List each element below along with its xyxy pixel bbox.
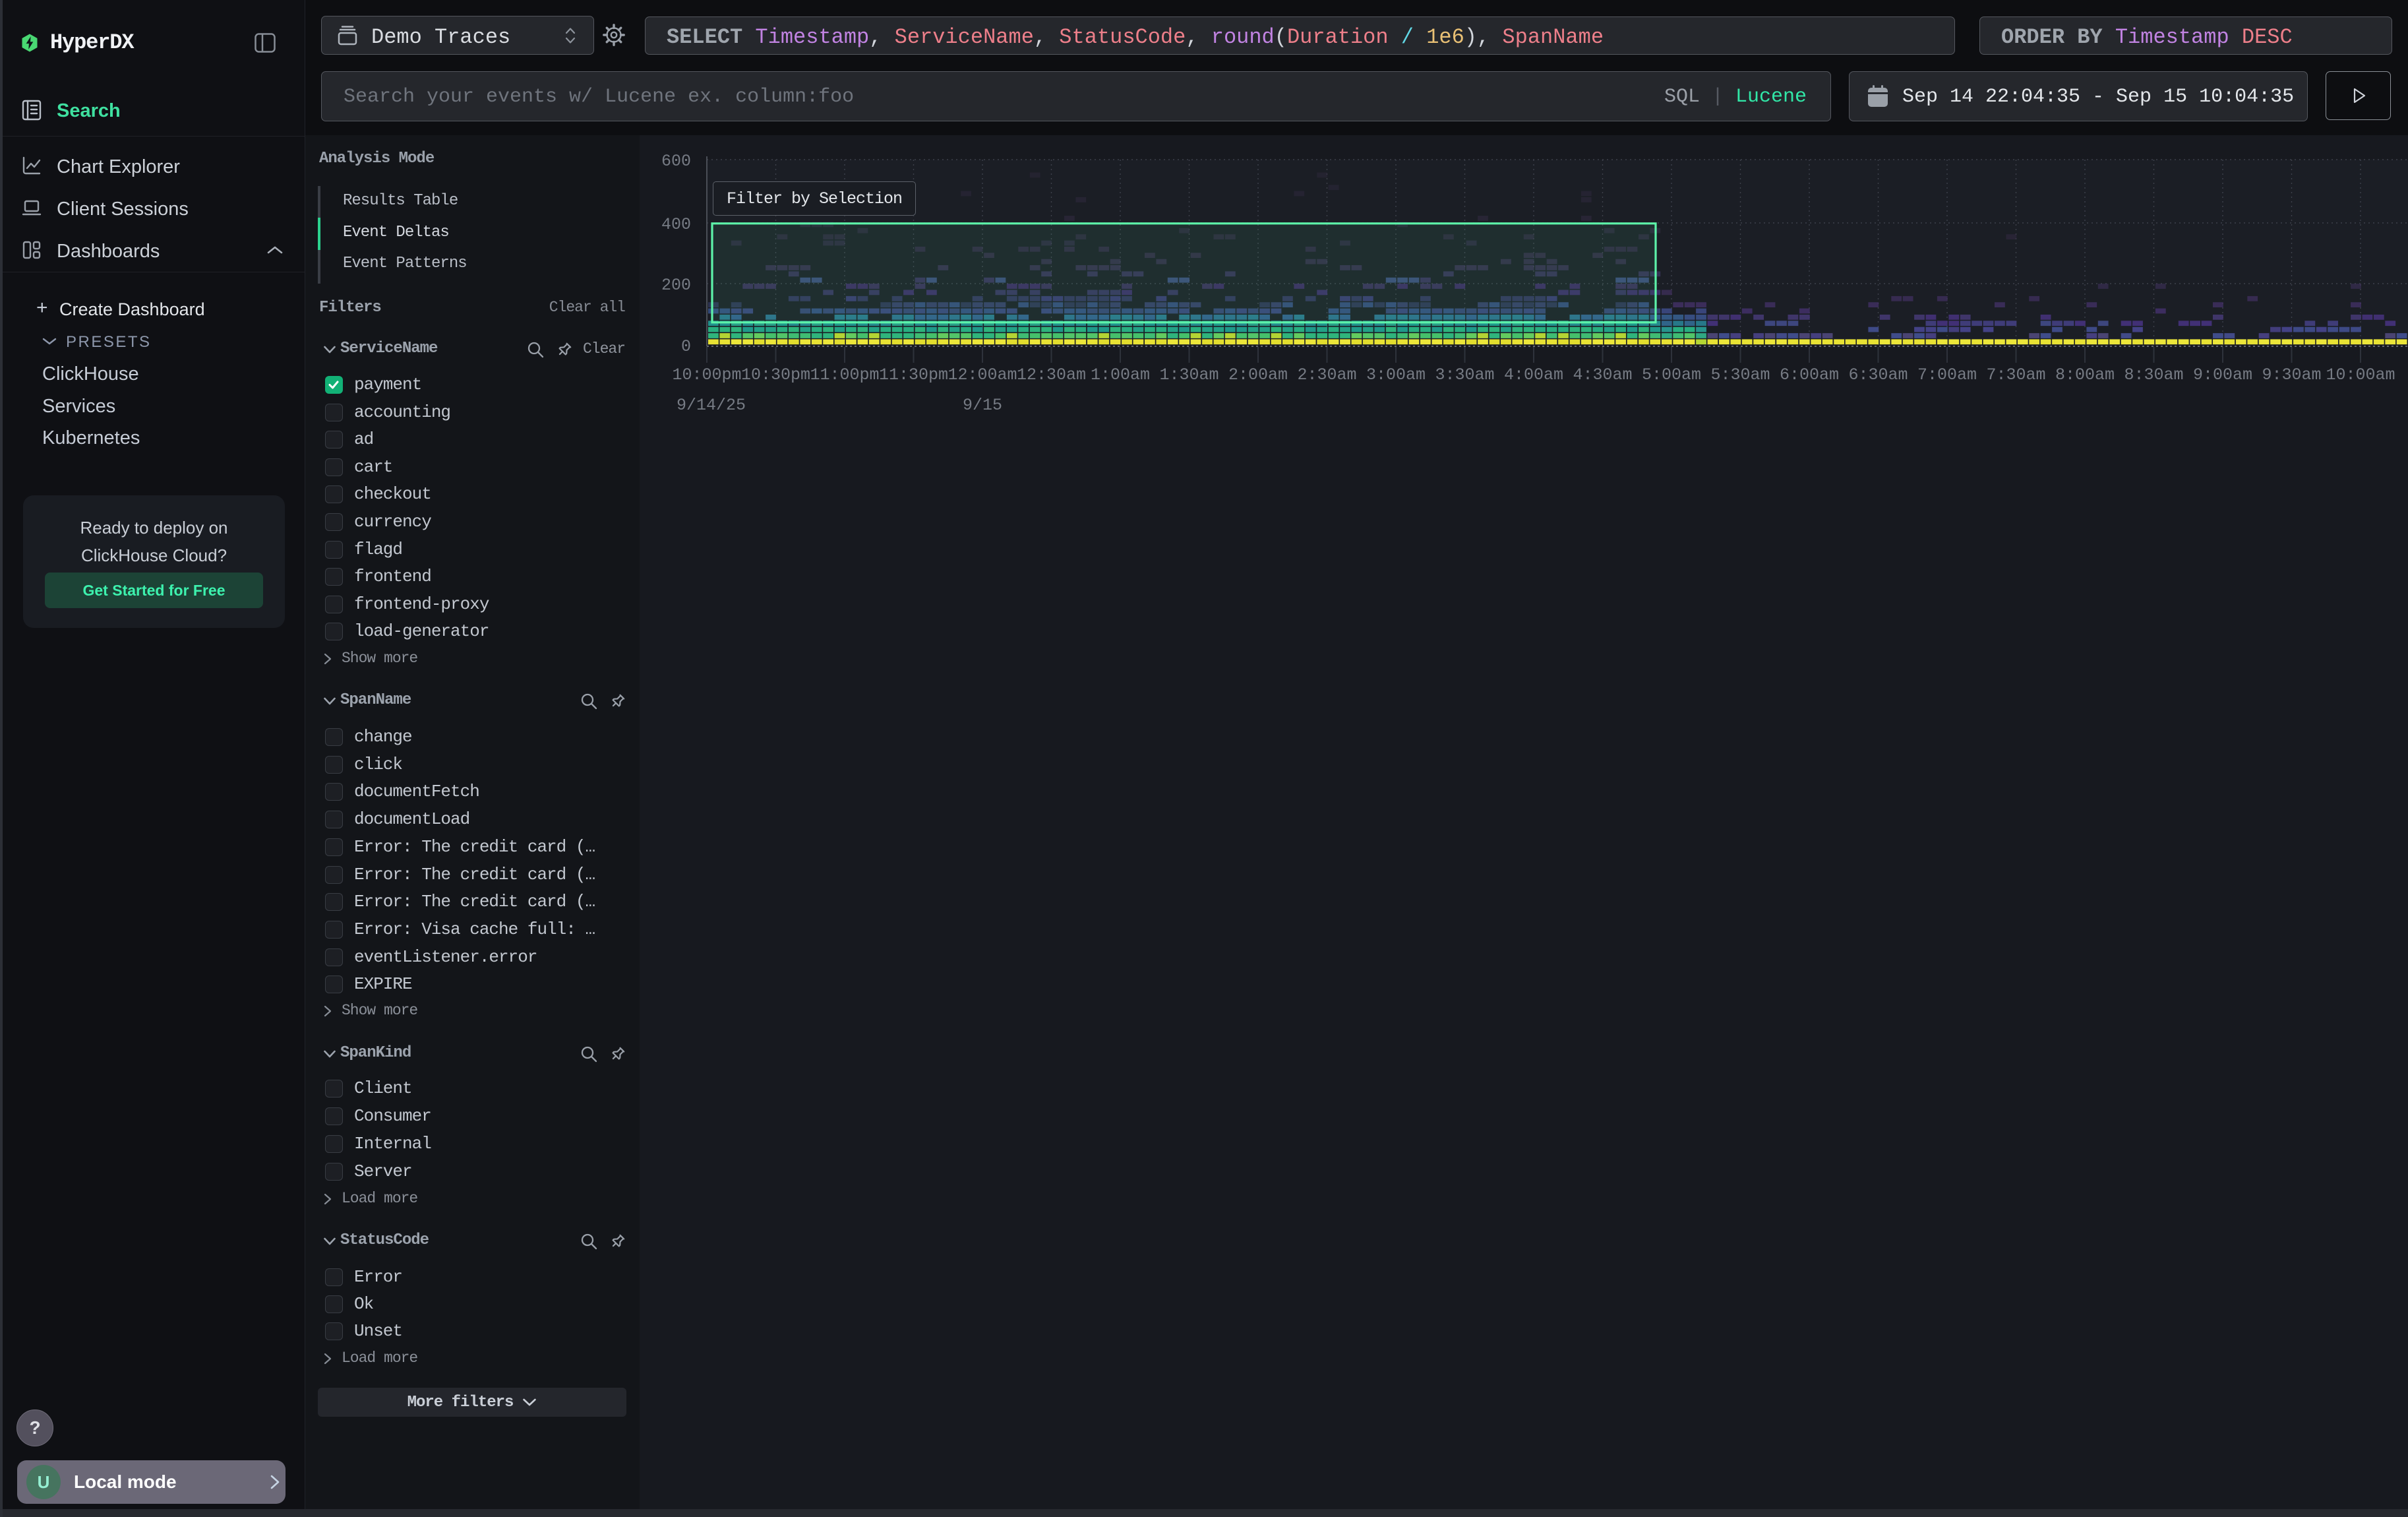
- svg-text:7:00am: 7:00am: [1917, 365, 1977, 385]
- svg-text:6:30am: 6:30am: [1848, 365, 1908, 385]
- svg-text:9/14/25: 9/14/25: [677, 396, 746, 415]
- svg-text:400: 400: [661, 215, 691, 234]
- svg-text:9:30am: 9:30am: [2262, 365, 2321, 385]
- svg-text:5:30am: 5:30am: [1710, 365, 1770, 385]
- svg-text:5:00am: 5:00am: [1642, 365, 1701, 385]
- svg-text:10:00pm: 10:00pm: [672, 365, 741, 385]
- svg-text:0: 0: [681, 337, 691, 356]
- svg-text:4:00am: 4:00am: [1504, 365, 1563, 385]
- svg-text:7:30am: 7:30am: [1986, 365, 2045, 385]
- svg-text:2:00am: 2:00am: [1228, 365, 1288, 385]
- svg-text:11:00pm: 11:00pm: [810, 365, 879, 385]
- svg-text:8:00am: 8:00am: [2055, 365, 2115, 385]
- svg-text:1:00am: 1:00am: [1091, 365, 1150, 385]
- svg-text:3:30am: 3:30am: [1435, 365, 1494, 385]
- svg-text:11:30pm: 11:30pm: [879, 365, 948, 385]
- svg-text:9:00am: 9:00am: [2193, 365, 2252, 385]
- svg-text:4:30am: 4:30am: [1573, 365, 1632, 385]
- svg-text:2:30am: 2:30am: [1297, 365, 1356, 385]
- svg-text:200: 200: [661, 276, 691, 295]
- svg-text:600: 600: [661, 152, 691, 171]
- svg-text:12:00am: 12:00am: [948, 365, 1017, 385]
- svg-text:10:30pm: 10:30pm: [741, 365, 810, 385]
- svg-text:8:30am: 8:30am: [2124, 365, 2183, 385]
- svg-text:10:00am: 10:00am: [2326, 365, 2395, 385]
- svg-text:3:00am: 3:00am: [1366, 365, 1426, 385]
- svg-text:9/15: 9/15: [963, 396, 1002, 415]
- svg-text:6:00am: 6:00am: [1780, 365, 1839, 385]
- svg-text:1:30am: 1:30am: [1159, 365, 1219, 385]
- svg-text:12:30am: 12:30am: [1017, 365, 1086, 385]
